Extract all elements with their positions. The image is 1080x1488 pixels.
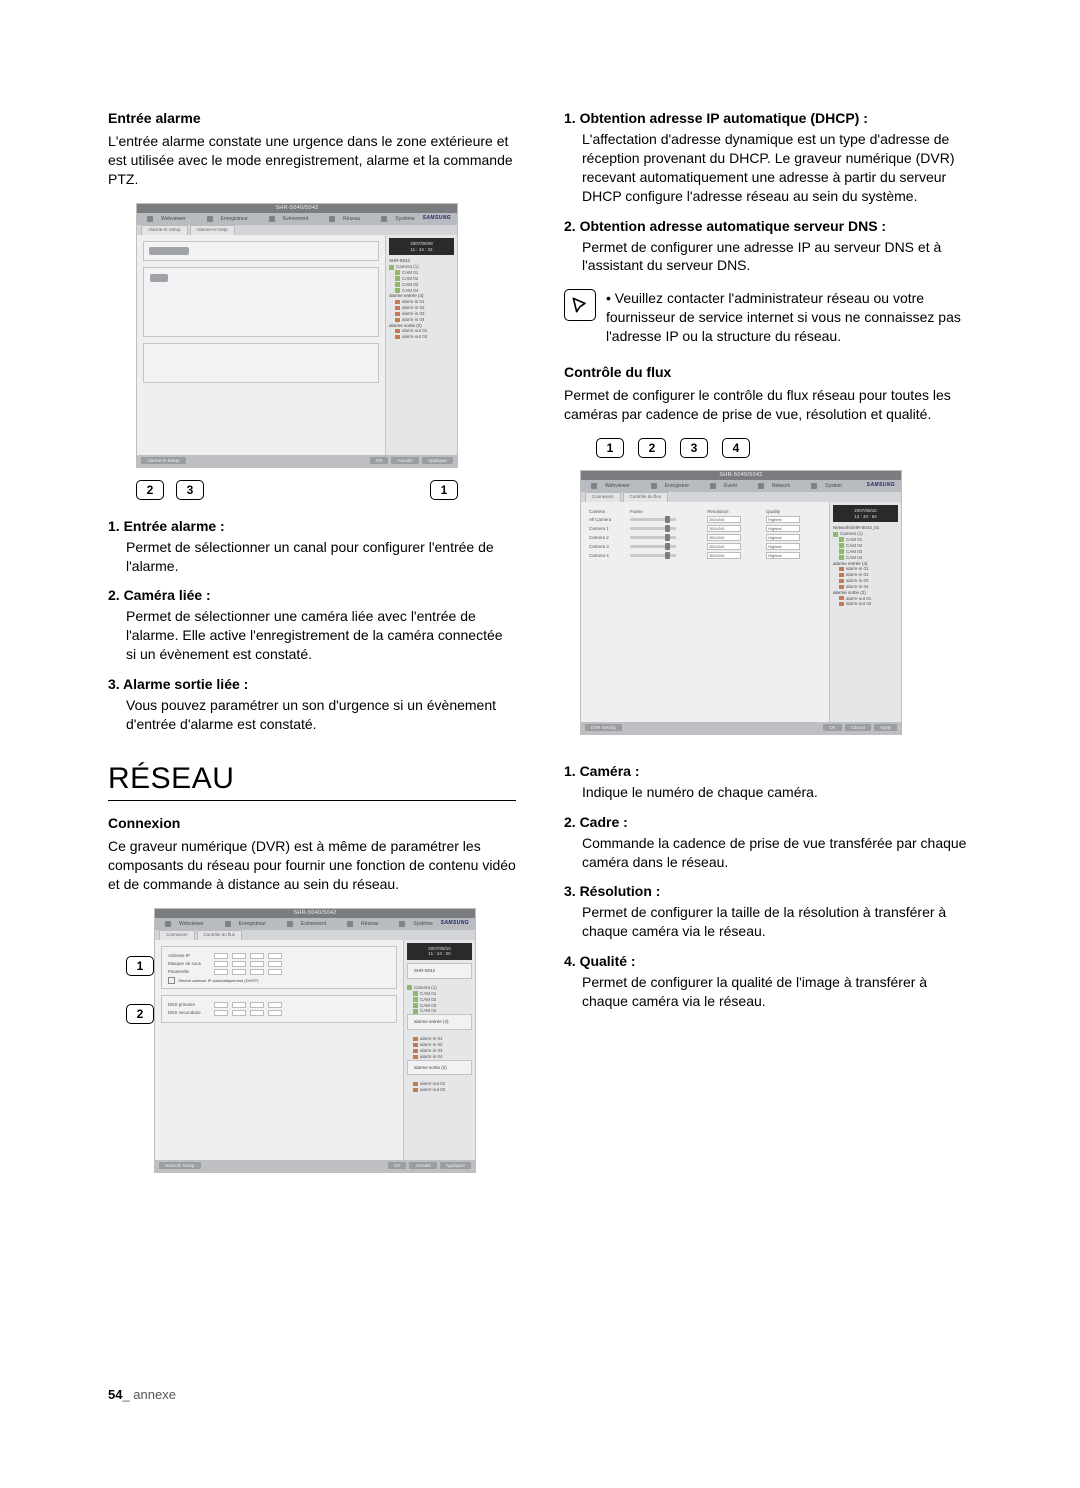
cancel-button[interactable]: Cancel xyxy=(845,724,871,731)
dvr-network-figure: 1 2 SAMSUNG SHR-5040/5042 Webviewer Enre… xyxy=(136,908,486,1173)
item-body: Permet de configurer la taille de la rés… xyxy=(564,903,972,941)
flux-callouts: 1 2 3 4 xyxy=(596,438,942,458)
dvr-flux-figure: 1 2 3 4 SAMSUNG SHR-5040/5042 Webviewer … xyxy=(580,438,942,735)
cam-checkbox[interactable] xyxy=(150,274,168,282)
cancel-button[interactable]: Annuler xyxy=(409,1162,437,1169)
dvr-tabs: Webviewer Enregistreur Evènement Réseau … xyxy=(137,213,457,225)
dvr-titlebar: SHR-5040/5042 xyxy=(137,204,457,213)
callout-2: 2 xyxy=(136,480,164,500)
ok-button[interactable]: OK xyxy=(388,1162,407,1169)
dvr-subtabs: Connexion Contrôle du flux xyxy=(581,492,901,502)
dvr-tabs: Webviewer Enregistrer Event Network Syst… xyxy=(581,480,901,492)
clock: 2007/09/08 11 : 44 : 34 xyxy=(389,238,454,256)
alarm-in-select[interactable] xyxy=(149,247,189,255)
callout-2: 2 xyxy=(126,1004,154,1024)
apply-button[interactable]: Appliquer xyxy=(422,457,453,464)
ok-button[interactable]: OK xyxy=(370,457,389,464)
item-title: 3. Alarme sortie liée : xyxy=(108,676,516,692)
dvr-subtabs: Alarme-In Setup Alarme-Hr Detp xyxy=(137,225,457,235)
item-title: 2. Obtention adresse automatique serveur… xyxy=(564,218,972,234)
page-footer: 54_ annexe xyxy=(108,1387,176,1402)
note-icon xyxy=(564,289,596,321)
dvr-alarm-window: SAMSUNG SHR-5040/5042 Webviewer Enregist… xyxy=(136,203,458,468)
item-title: 4. Qualité : xyxy=(564,953,972,969)
item-body: Permet de sélectionner un canal pour con… xyxy=(108,538,516,576)
footer-label: Network Setup xyxy=(159,1162,201,1169)
item-title: 2. Cadre : xyxy=(564,814,972,830)
dvr-titlebar: SHR-5040/5042 xyxy=(155,909,475,918)
item-body: Vous pouvez paramétrer un son d'urgence … xyxy=(108,696,516,734)
callout-3: 3 xyxy=(176,480,204,500)
clock: 2007/09/10 13 : 40 : 54 xyxy=(833,505,898,523)
footer-label: DVR Setting xyxy=(585,724,622,731)
callout-4: 4 xyxy=(722,438,750,458)
item-body: Commande la cadence de prise de vue tran… xyxy=(564,834,972,872)
apply-button[interactable]: Apply xyxy=(874,724,897,731)
brand-logo: SAMSUNG xyxy=(441,920,469,926)
alarm-callouts: 2 3 1 xyxy=(136,480,458,500)
alarm-intro: L'entrée alarme constate une urgence dan… xyxy=(108,132,516,189)
dvr-alarm-figure: SAMSUNG SHR-5040/5042 Webviewer Enregist… xyxy=(108,203,516,468)
callout-2: 2 xyxy=(638,438,666,458)
clock: 2007/09/10 11 : 44 : 20 xyxy=(407,943,472,961)
connexion-body: Ce graveur numérique (DVR) est à même de… xyxy=(108,837,516,894)
item-title: 2. Caméra liée : xyxy=(108,587,516,603)
dvr-titlebar: SHR-5040/5042 xyxy=(581,471,901,480)
callout-1: 1 xyxy=(430,480,458,500)
item-body: Permet de configurer la qualité de l'ima… xyxy=(564,973,972,1011)
alarm-subhead: Entrée alarme xyxy=(108,110,516,126)
flux-subhead: Contrôle du flux xyxy=(564,364,972,380)
item-body: Permet de sélectionner une caméra liée a… xyxy=(108,607,516,664)
item-title: 1. Obtention adresse IP automatique (DHC… xyxy=(564,110,972,126)
dvr-flux-window: SAMSUNG SHR-5040/5042 Webviewer Enregist… xyxy=(580,470,902,735)
note-text: Veuillez contacter l'administrateur rése… xyxy=(606,289,972,346)
callout-1: 1 xyxy=(126,956,154,976)
dvr-subtabs: Connexion Contrôle du flux xyxy=(155,930,475,940)
dvr-net-window: SAMSUNG SHR-5040/5042 Webviewer Enregist… xyxy=(154,908,476,1173)
item-title: 3. Résolution : xyxy=(564,883,972,899)
section-reseau: RÉSEAU xyxy=(108,762,516,801)
item-body: L'affectation d'adresse dynamique est un… xyxy=(564,130,972,206)
footer-label: Alarme-In Setup xyxy=(141,457,186,464)
brand-logo: SAMSUNG xyxy=(423,215,451,221)
callout-3: 3 xyxy=(680,438,708,458)
connexion-subhead: Connexion xyxy=(108,815,516,831)
item-body: Indique le numéro de chaque caméra. xyxy=(564,783,972,802)
note-block: Veuillez contacter l'administrateur rése… xyxy=(564,289,972,346)
item-title: 1. Entrée alarme : xyxy=(108,518,516,534)
ok-button[interactable]: OK xyxy=(823,724,842,731)
dvr-tabs: Webviewer Enregistreur Evènement Réseau … xyxy=(155,918,475,930)
item-title: 1. Caméra : xyxy=(564,763,972,779)
callout-1: 1 xyxy=(596,438,624,458)
flux-body: Permet de configurer le contrôle du flux… xyxy=(564,386,972,424)
apply-button[interactable]: Appliquer xyxy=(440,1162,471,1169)
item-body: Permet de configurer une adresse IP au s… xyxy=(564,238,972,276)
cancel-button[interactable]: Annuler xyxy=(391,457,419,464)
brand-logo: SAMSUNG xyxy=(867,482,895,488)
